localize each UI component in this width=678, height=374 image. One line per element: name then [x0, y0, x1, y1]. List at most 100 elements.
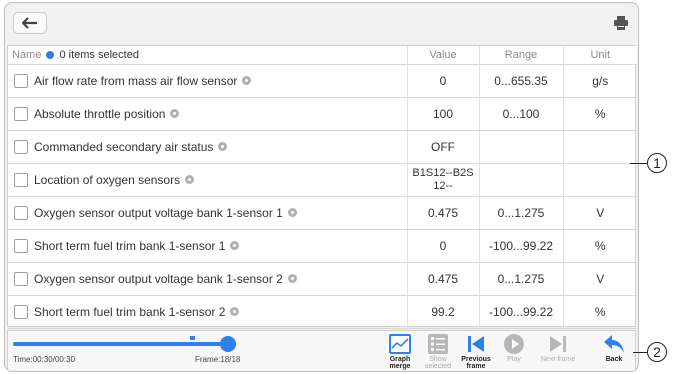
table-header-row: Name 0 items selected Value Range Unit — [8, 46, 637, 65]
unit-cell: % — [562, 97, 637, 131]
info-icon[interactable] — [185, 175, 195, 185]
previous-frame-label: Previous frame — [461, 356, 491, 370]
range-cell: -100...99.22 — [478, 295, 563, 329]
next-frame-label: Next frame — [540, 356, 576, 363]
table-row[interactable]: Air flow rate from mass air flow sensor 0… — [8, 64, 637, 98]
unit-cell: V — [562, 262, 637, 296]
value-column-header: Value — [406, 46, 479, 65]
show-selected-label: Show selected — [424, 356, 452, 370]
unit-cell: g/s — [562, 64, 637, 98]
info-icon[interactable] — [242, 76, 252, 86]
time-readout: Time:00:30/00:30 — [13, 355, 75, 364]
previous-frame-button[interactable]: Previous frame — [456, 334, 496, 371]
range-cell: -100...99.22 — [478, 229, 563, 263]
info-icon[interactable] — [287, 274, 297, 284]
range-cell: 0...100 — [478, 97, 563, 131]
checklist-icon — [428, 334, 448, 354]
unit-cell — [562, 163, 637, 197]
row-checkbox[interactable] — [14, 238, 28, 253]
undo-arrow-icon — [604, 335, 624, 353]
printer-icon[interactable] — [614, 16, 628, 30]
range-cell: 0...655.35 — [478, 64, 563, 98]
range-cell — [478, 163, 563, 197]
parameter-name: Location of oxygen sensors — [34, 172, 181, 187]
selection-dot-icon — [46, 50, 55, 59]
table-row[interactable]: Short term fuel trim bank 1-sensor 2 99.2… — [8, 295, 637, 329]
table-row[interactable]: Absolute throttle position 100 0...100% — [8, 97, 637, 131]
skip-next-icon — [550, 336, 566, 352]
range-cell: 0...1.275 — [478, 196, 563, 230]
parameter-cell: Short term fuel trim bank 1-sensor 1 — [8, 229, 407, 263]
table-row[interactable]: Commanded secondary air status OFF — [8, 130, 637, 164]
value-cell: 0.475 — [406, 196, 479, 230]
unit-cell: V — [562, 196, 637, 230]
value-cell: 99.2 — [406, 295, 479, 329]
graph-merge-button[interactable]: Graph merge — [380, 334, 420, 371]
unit-cell: % — [562, 295, 637, 329]
row-checkbox[interactable] — [14, 73, 28, 88]
unit-cell — [562, 130, 637, 164]
parameter-cell: Air flow rate from mass air flow sensor — [8, 64, 407, 98]
parameter-cell: Oxygen sensor output voltage bank 1-sens… — [8, 262, 407, 296]
playback-toolbar: Time:00:30/00:30 Frame:18/18 Graph merge… — [7, 330, 636, 371]
unit-cell: % — [562, 229, 637, 263]
row-checkbox[interactable] — [14, 304, 28, 319]
parameter-name: Short term fuel trim bank 1-sensor 1 — [34, 238, 226, 253]
frame-readout: Frame:18/18 — [195, 355, 241, 364]
back-toolbar-button[interactable]: Back — [594, 334, 634, 371]
app-screen: Name 0 items selected Value Range Unit A… — [4, 2, 639, 372]
row-checkbox[interactable] — [14, 106, 28, 121]
parameter-cell: Short term fuel trim bank 1-sensor 2 — [8, 295, 407, 329]
callout-2: 2 — [647, 342, 667, 362]
info-icon[interactable] — [170, 109, 180, 119]
progress-track[interactable] — [13, 342, 229, 346]
play-button[interactable]: Play — [494, 334, 534, 371]
range-cell — [478, 130, 563, 164]
info-icon[interactable] — [230, 307, 240, 317]
parameter-cell: Absolute throttle position — [8, 97, 407, 131]
row-checkbox[interactable] — [14, 205, 28, 220]
table-row[interactable]: Short term fuel trim bank 1-sensor 1 0 -10… — [8, 229, 637, 263]
parameter-name: Commanded secondary air status — [34, 139, 214, 154]
unit-column-header: Unit — [562, 46, 637, 65]
value-cell: B1S12--B2S 12-- — [406, 163, 479, 197]
parameter-name: Short term fuel trim bank 1-sensor 2 — [34, 304, 226, 319]
graph-merge-label: Graph merge — [389, 356, 411, 370]
table-row[interactable]: Oxygen sensor output voltage bank 1-sens… — [8, 196, 637, 230]
parameter-cell: Location of oxygen sensors — [8, 163, 407, 197]
arrow-left-icon — [22, 17, 37, 29]
parameter-cell: Commanded secondary air status — [8, 130, 407, 164]
next-frame-button[interactable]: Next frame — [538, 334, 578, 371]
play-label: Play — [507, 356, 521, 363]
parameter-name: Absolute throttle position — [34, 106, 166, 121]
back-button[interactable] — [13, 12, 47, 34]
table-row[interactable]: Location of oxygen sensors B1S12--B2S 12-- — [8, 163, 637, 197]
row-checkbox[interactable] — [14, 271, 28, 286]
name-header-label: Name — [12, 48, 42, 61]
show-selected-button[interactable]: Show selected — [418, 334, 458, 371]
row-checkbox[interactable] — [14, 139, 28, 154]
parameter-name: Oxygen sensor output voltage bank 1-sens… — [34, 271, 283, 286]
skip-previous-icon — [468, 336, 484, 352]
info-icon[interactable] — [287, 208, 297, 218]
parameter-name: Oxygen sensor output voltage bank 1-sens… — [34, 205, 283, 220]
value-cell: OFF — [406, 130, 479, 164]
progress-slider-handle[interactable] — [220, 336, 236, 352]
parameter-name: Air flow rate from mass air flow sensor — [34, 73, 238, 88]
parameter-cell: Oxygen sensor output voltage bank 1-sens… — [8, 196, 407, 230]
value-cell: 0 — [406, 229, 479, 263]
progress-marker — [190, 336, 195, 340]
table-row[interactable]: Oxygen sensor output voltage bank 1-sens… — [8, 262, 637, 296]
value-cell: 0.475 — [406, 262, 479, 296]
row-checkbox[interactable] — [14, 172, 28, 187]
live-data-table: Name 0 items selected Value Range Unit A… — [7, 45, 637, 329]
play-icon — [504, 334, 524, 354]
callout-1: 1 — [647, 153, 667, 173]
info-icon[interactable] — [230, 241, 240, 251]
info-icon[interactable] — [218, 142, 228, 152]
range-column-header: Range — [478, 46, 563, 65]
callout-2-leader — [633, 352, 648, 353]
range-cell: 0...1.275 — [478, 262, 563, 296]
graph-merge-icon — [389, 334, 411, 354]
callout-1-leader — [630, 163, 648, 164]
